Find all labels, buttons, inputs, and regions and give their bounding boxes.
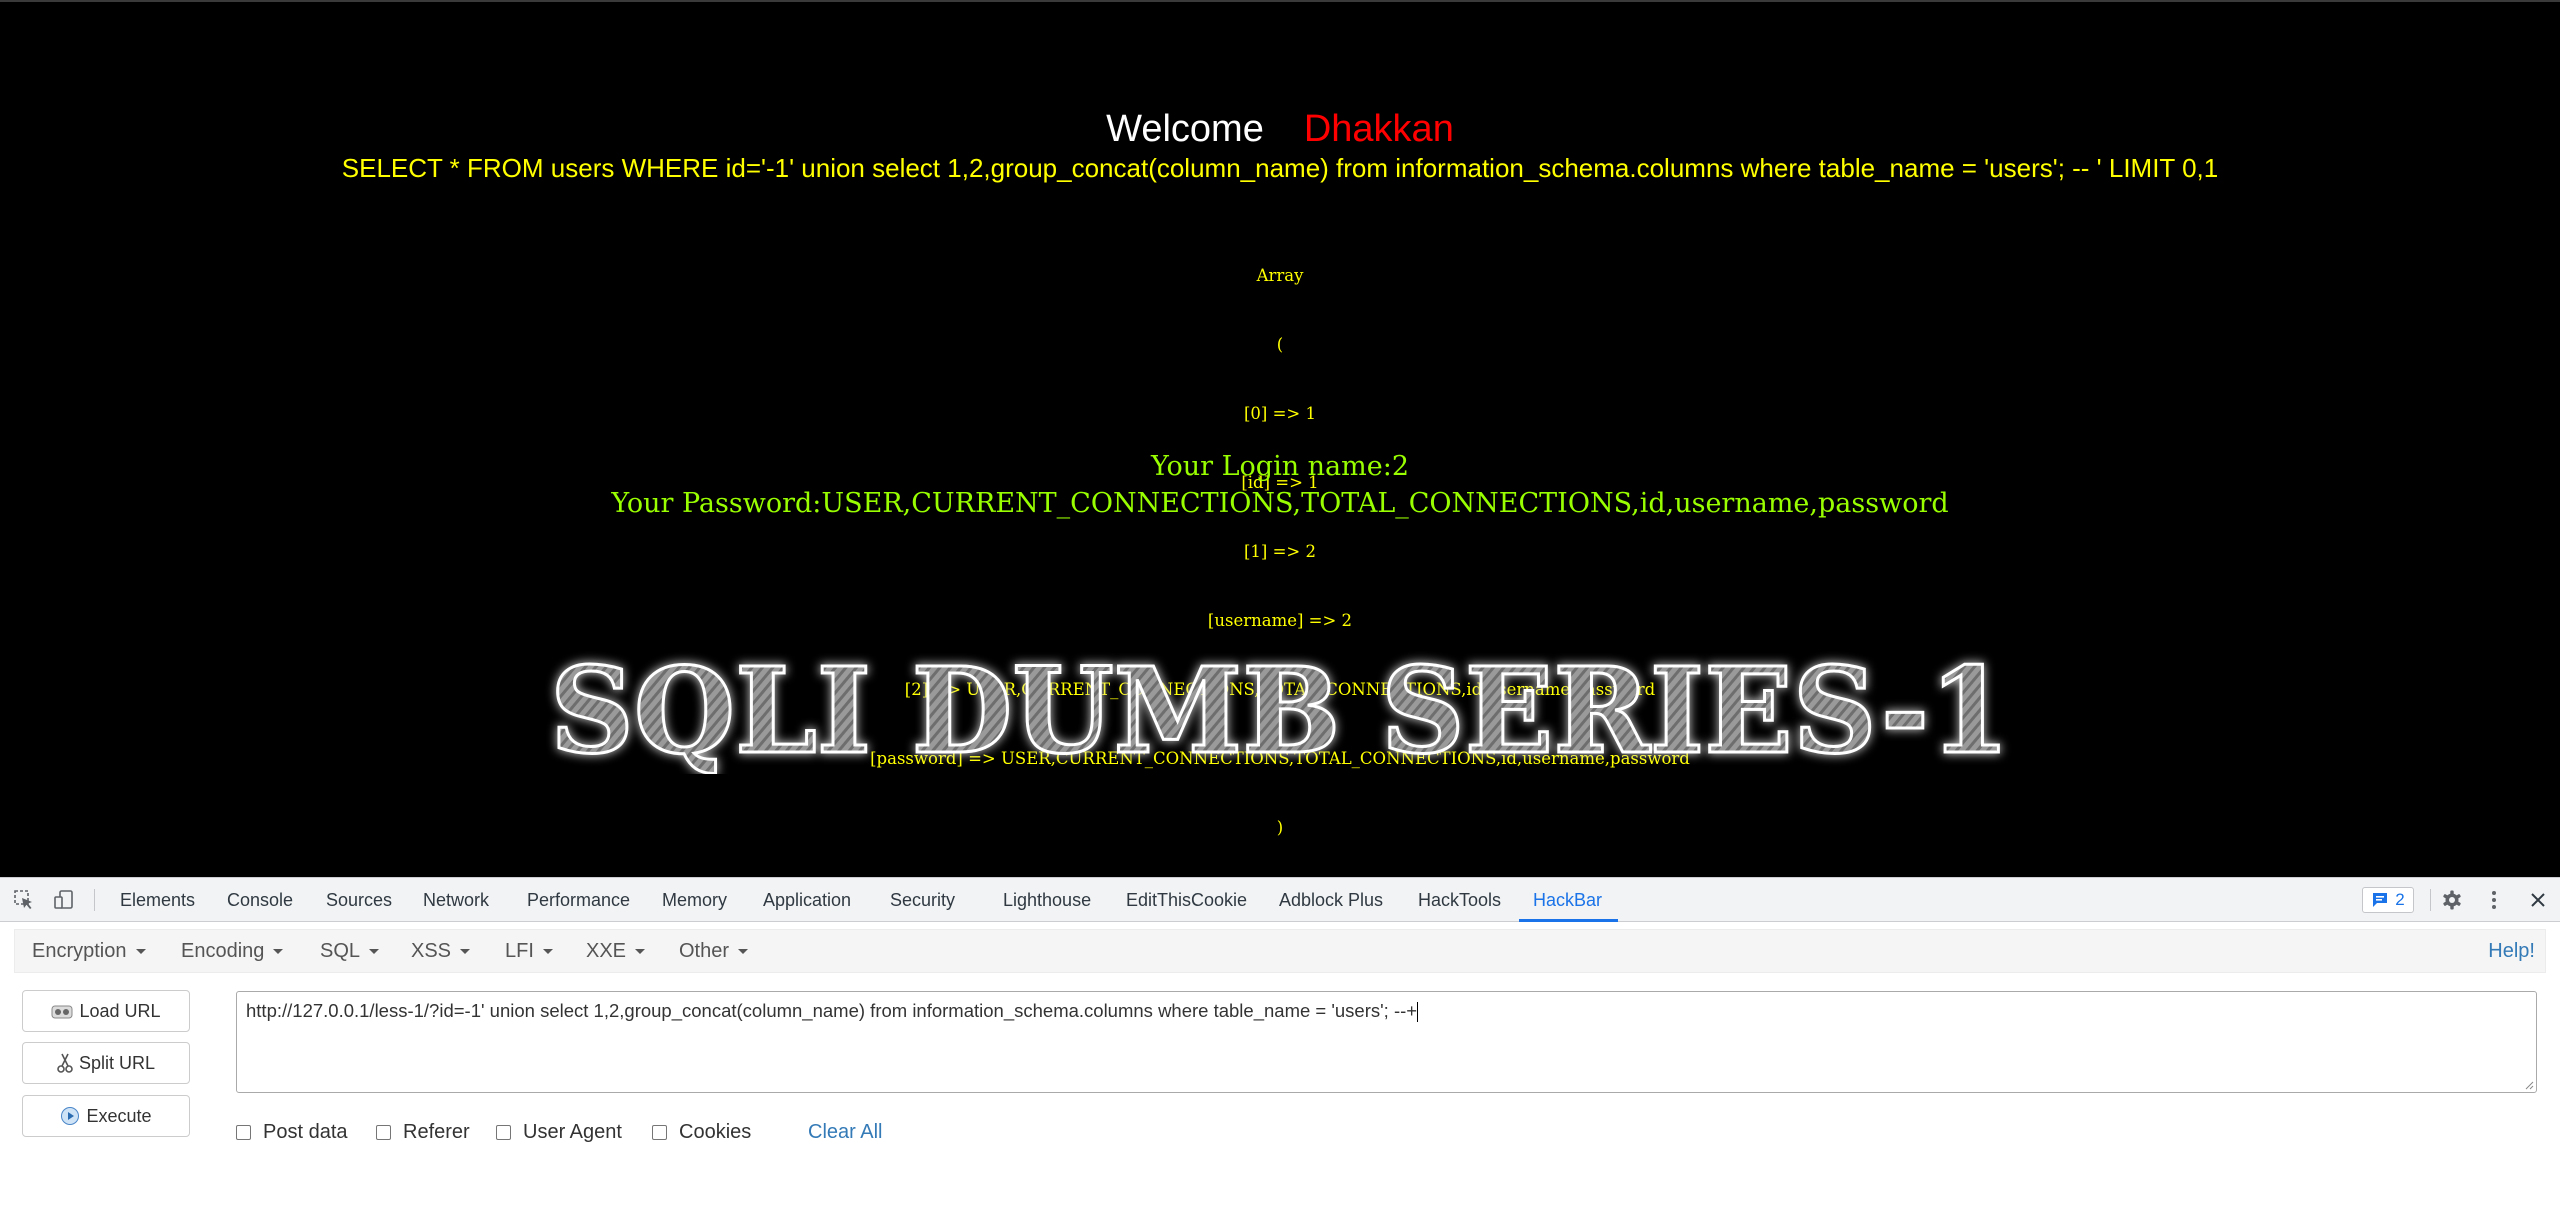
- cookies-label: Cookies: [679, 1120, 752, 1143]
- message-icon: [2373, 893, 2388, 907]
- banner-text: SQLI DUMB SERIES-1: [550, 644, 2010, 774]
- issues-count: 2: [2395, 890, 2405, 909]
- issues-badge[interactable]: 2: [2362, 887, 2414, 913]
- load-icon: [51, 1005, 73, 1019]
- close-icon[interactable]: [2526, 888, 2550, 912]
- array-dump-line: [username] => 2: [1207, 611, 1353, 630]
- menu-encoding[interactable]: Encoding: [181, 930, 284, 972]
- menu-sql[interactable]: SQL: [320, 930, 380, 972]
- caret-down-icon: [460, 949, 471, 955]
- tab-editthiscookie[interactable]: EditThisCookie: [1126, 878, 1247, 922]
- tab-performance[interactable]: Performance: [527, 878, 630, 922]
- menu-label: SQL: [320, 940, 361, 962]
- hackbar-menubar: Encryption Encoding SQL XSS LFI XXE Othe…: [14, 929, 2546, 973]
- referer-option[interactable]: Referer: [376, 1120, 470, 1144]
- cookies-checkbox[interactable]: [652, 1124, 667, 1140]
- menu-lfi[interactable]: LFI: [505, 930, 553, 972]
- cookies-option[interactable]: Cookies: [652, 1120, 751, 1144]
- inspect-icon[interactable]: [12, 888, 36, 912]
- caret-down-icon: [135, 949, 146, 955]
- execute-label: Execute: [86, 1105, 152, 1126]
- tabbar-separator: [2430, 889, 2431, 911]
- url-textarea[interactable]: http://127.0.0.1/less-1/?id=-1' union se…: [236, 991, 2537, 1093]
- text-cursor: [1417, 1002, 1419, 1023]
- caret-down-icon: [542, 949, 553, 955]
- scissors-icon: [57, 1053, 73, 1073]
- tab-network[interactable]: Network: [423, 878, 489, 922]
- user-agent-checkbox[interactable]: [496, 1124, 511, 1140]
- execute-button[interactable]: Execute: [22, 1095, 190, 1137]
- post-data-checkbox[interactable]: [236, 1124, 251, 1140]
- array-dump-line: ): [1276, 818, 1284, 837]
- tab-application[interactable]: Application: [763, 878, 851, 922]
- caret-down-icon: [369, 949, 380, 955]
- array-dump-line: (: [1276, 335, 1284, 354]
- caret-down-icon: [635, 949, 646, 955]
- menu-xxe[interactable]: XXE: [586, 930, 646, 972]
- tab-elements[interactable]: Elements: [120, 878, 195, 922]
- user-agent-label: User Agent: [523, 1120, 622, 1143]
- page-viewport: Welcome Dhakkan SELECT * FROM users WHERE…: [0, 0, 2560, 877]
- menu-label: Encoding: [181, 940, 265, 962]
- tabbar-separator: [94, 889, 95, 911]
- welcome-name: Dhakkan: [1303, 108, 1454, 150]
- array-dump-line: [0] => 1: [1243, 404, 1316, 423]
- tab-memory[interactable]: Memory: [662, 878, 727, 922]
- play-icon: [61, 1107, 80, 1125]
- caret-down-icon: [273, 949, 284, 955]
- devtools-tabbar: Elements Console Sources Network Perform…: [0, 877, 2560, 922]
- tab-hackbar[interactable]: HackBar: [1518, 878, 1619, 922]
- array-dump: Array ( [0] => 1 [id] => 1 [1] => 2 [use…: [0, 218, 2560, 877]
- split-url-button[interactable]: Split URL: [22, 1042, 190, 1084]
- password-text: Your Password:USER,CURRENT_CONNECTIONS,T…: [611, 488, 1949, 519]
- menu-other[interactable]: Other: [679, 930, 749, 972]
- device-toolbar-icon[interactable]: [52, 888, 76, 912]
- menu-xss[interactable]: XSS: [411, 930, 471, 972]
- menu-label: Encryption: [32, 940, 127, 962]
- devtools-panel: Elements Console Sources Network Perform…: [0, 877, 2560, 1226]
- tab-security[interactable]: Security: [890, 878, 955, 922]
- menu-label: Other: [679, 940, 730, 962]
- tab-lighthouse[interactable]: Lighthouse: [1003, 878, 1091, 922]
- post-data-option[interactable]: Post data: [236, 1120, 348, 1144]
- load-url-button[interactable]: Load URL: [22, 990, 190, 1032]
- caret-down-icon: [738, 949, 749, 955]
- post-data-label: Post data: [263, 1120, 348, 1143]
- menu-encryption[interactable]: Encryption: [32, 930, 146, 972]
- user-agent-option[interactable]: User Agent: [496, 1120, 622, 1144]
- referer-label: Referer: [403, 1120, 470, 1143]
- tab-hacktools[interactable]: HackTools: [1418, 878, 1501, 922]
- welcome-heading: Welcome Dhakkan: [0, 104, 2560, 154]
- sql-query-text: SELECT * FROM users WHERE id='-1' union …: [341, 153, 2219, 183]
- menu-label: XSS: [411, 940, 452, 962]
- referer-checkbox[interactable]: [376, 1124, 391, 1140]
- array-dump-line: Array: [1256, 266, 1304, 285]
- login-name-text: Your Login name:2: [1150, 451, 1410, 482]
- tab-sources[interactable]: Sources: [326, 878, 392, 922]
- kebab-menu-icon[interactable]: [2482, 888, 2506, 912]
- menu-label: LFI: [505, 940, 534, 962]
- split-url-label: Split URL: [78, 1052, 156, 1073]
- resize-grip-icon[interactable]: [2524, 1080, 2534, 1090]
- array-dump-line: [1] => 2: [1243, 542, 1316, 561]
- viewport-border: [0, 0, 2560, 2]
- tab-adblock-plus[interactable]: Adblock Plus: [1279, 878, 1383, 922]
- sqli-dumb-series-banner: SQLI DUMB SERIES-1: [549, 644, 2012, 774]
- url-text: http://127.0.0.1/less-1/?id=-1' union se…: [246, 1000, 1418, 1021]
- help-link[interactable]: Help!: [2488, 930, 2535, 972]
- tab-console[interactable]: Console: [227, 878, 293, 922]
- menu-label: XXE: [586, 940, 627, 962]
- load-url-label: Load URL: [79, 1000, 161, 1021]
- welcome-text: Welcome: [1106, 108, 1264, 150]
- clear-all-link[interactable]: Clear All: [808, 1120, 882, 1144]
- gear-icon[interactable]: [2440, 888, 2464, 912]
